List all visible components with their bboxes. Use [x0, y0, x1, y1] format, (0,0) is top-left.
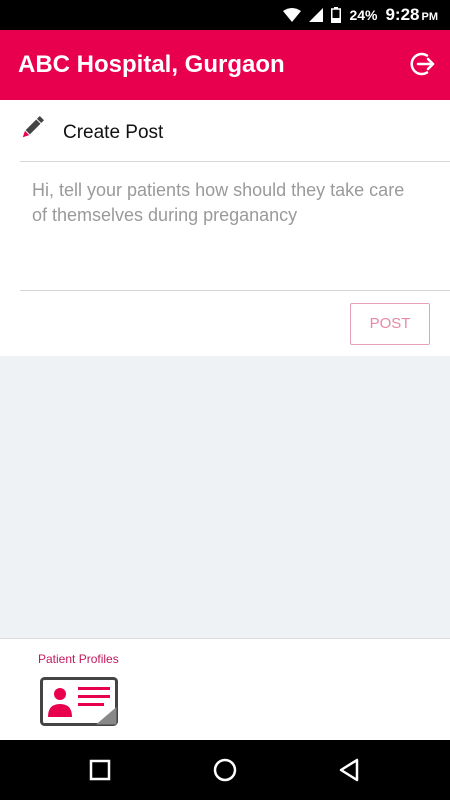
clock-ampm: PM: [421, 11, 439, 23]
back-icon[interactable]: [335, 755, 365, 785]
post-input[interactable]: Hi, tell your patients how should they t…: [32, 178, 412, 228]
clock: 9:28 PM: [385, 5, 438, 25]
recent-apps-icon[interactable]: [85, 755, 115, 785]
cell-signal-icon: [309, 8, 324, 22]
home-icon[interactable]: [210, 755, 240, 785]
bottom-panel: Patient Profiles: [0, 638, 450, 740]
battery-icon: [331, 7, 342, 23]
patient-profiles-label[interactable]: Patient Profiles: [38, 652, 119, 666]
logout-icon[interactable]: [408, 50, 436, 78]
divider: [20, 161, 450, 162]
create-post-label: Create Post: [63, 122, 164, 143]
clock-time: 9:28: [385, 5, 420, 24]
page-title: ABC Hospital, Gurgaon: [18, 51, 285, 78]
patient-profile-card-icon[interactable]: [40, 677, 120, 729]
post-button[interactable]: POST: [350, 303, 430, 345]
battery-percent: 24%: [349, 7, 378, 23]
app-bar: ABC Hospital, Gurgaon: [0, 30, 450, 100]
status-bar: 24% 9:28 PM: [0, 0, 450, 30]
divider: [20, 290, 450, 291]
navigation-bar: [0, 740, 450, 800]
create-post-card: Create Post Hi, tell your patients how s…: [0, 100, 450, 356]
wifi-icon: [283, 8, 302, 22]
pencil-icon: [22, 115, 45, 138]
